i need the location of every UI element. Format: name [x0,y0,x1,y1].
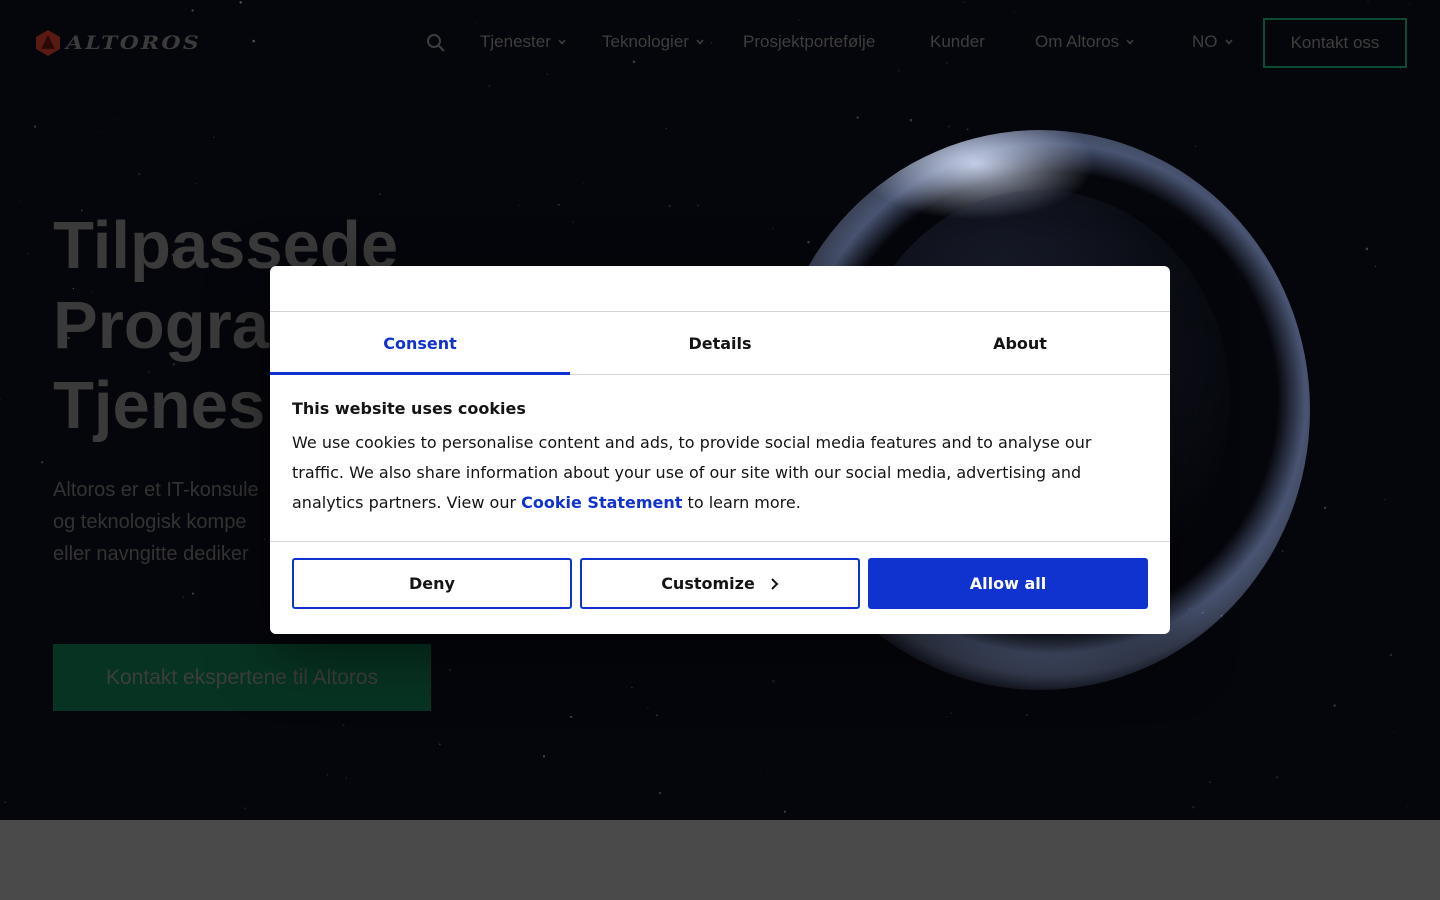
customize-button[interactable]: Customize [580,558,860,609]
dialog-body: This website uses cookies We use cookies… [270,375,1170,542]
tab-consent[interactable]: Consent [270,312,570,375]
dialog-text-line: traffic. We also share information about… [292,463,1082,482]
cookie-statement-link[interactable]: Cookie Statement [521,493,682,512]
dialog-header [270,266,1170,312]
dialog-text-segment: to learn more. [682,493,801,512]
dialog-title: This website uses cookies [292,399,526,418]
dialog-text-line: analytics partners. View our Cookie Stat… [292,488,1132,518]
dialog-actions: Deny Customize Allow all [270,542,1170,625]
tab-about[interactable]: About [870,312,1170,374]
dialog-tabs: Consent Details About [270,312,1170,375]
deny-button[interactable]: Deny [292,558,572,609]
dialog-text-segment: analytics partners. View our [292,493,522,512]
chevron-right-icon [771,577,779,590]
dialog-text-line: We use cookies to personalise content an… [292,433,1092,452]
customize-label: Customize [661,574,755,593]
dialog-text: We use cookies to personalise content an… [292,428,1132,518]
tab-details[interactable]: Details [570,312,870,374]
cookie-consent-dialog: Consent Details About This website uses … [270,266,1170,634]
allow-all-button[interactable]: Allow all [868,558,1148,609]
